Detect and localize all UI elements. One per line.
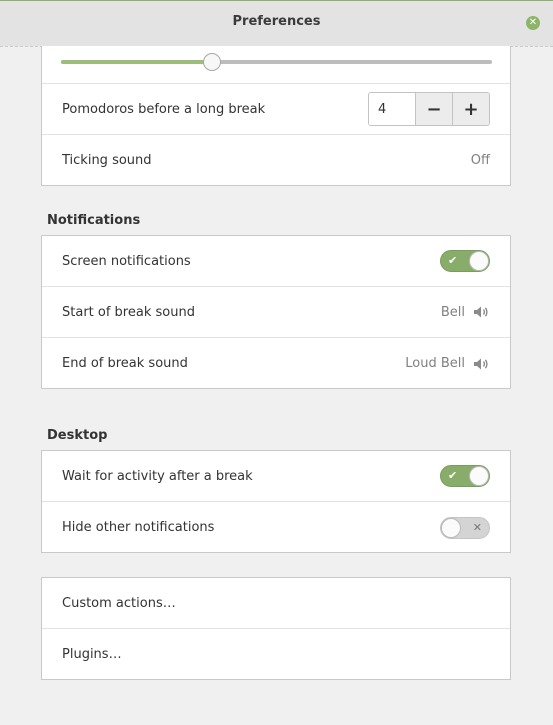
speaker-icon[interactable] [473,357,490,371]
hide-notifications-switch[interactable]: ✕ [440,516,490,539]
pomodoros-row: Pomodoros before a long break 4 − + [42,84,510,135]
cross-icon: ✕ [472,520,482,534]
plugins-label: Plugins… [62,647,122,662]
custom-actions-row[interactable]: Custom actions… [42,578,510,629]
check-icon: ✔ [448,469,458,482]
switch-knob [441,517,461,538]
start-break-sound-row[interactable]: Start of break sound Bell [42,287,510,338]
wait-activity-row: Wait for activity after a break ✔ [42,451,510,502]
close-icon[interactable]: ✕ [526,16,540,30]
speaker-icon[interactable] [473,305,490,319]
extras-frame: Custom actions… Plugins… [41,577,511,680]
end-break-sound-label: End of break sound [62,356,188,371]
screen-notifications-switch[interactable]: ✔ [440,250,490,272]
end-break-sound-row[interactable]: End of break sound Loud Bell [42,338,510,389]
switch-knob [469,251,489,271]
window-titlebar: Preferences ✕ [0,0,553,46]
ticking-sound-value[interactable]: Off [471,153,490,168]
start-break-sound-label: Start of break sound [62,304,195,320]
ticking-sound-label: Ticking sound [62,153,152,168]
duration-slider[interactable] [42,46,510,84]
screen-notifications-label: Screen notifications [62,253,191,269]
increment-button[interactable]: + [452,93,489,125]
notifications-frame: Screen notifications ✔ Start of break so… [41,235,511,389]
slider-fill [61,60,212,64]
pomodoros-value-field[interactable]: 4 [369,93,415,125]
pomodoros-spinbutton[interactable]: 4 − + [368,92,490,126]
window-title: Preferences [232,14,321,29]
desktop-heading: Desktop [47,428,108,443]
timer-settings-frame: Pomodoros before a long break 4 − + Tick… [41,46,511,186]
screen-notifications-row: Screen notifications ✔ [42,236,510,287]
desktop-frame: Wait for activity after a break ✔ Hide o… [41,450,511,553]
start-break-sound-value[interactable]: Bell [441,305,465,320]
wait-activity-label: Wait for activity after a break [62,468,253,484]
plugins-row[interactable]: Plugins… [42,629,510,680]
switch-knob [469,466,489,486]
decrement-button[interactable]: − [415,93,452,125]
notifications-heading: Notifications [47,213,141,228]
custom-actions-label: Custom actions… [62,595,176,611]
hide-notifications-row: Hide other notifications ✕ [42,502,510,553]
slider-track[interactable] [61,60,492,64]
slider-handle[interactable] [202,53,221,71]
ticking-sound-row[interactable]: Ticking sound Off [42,135,510,186]
check-icon: ✔ [448,254,458,267]
end-break-sound-value[interactable]: Loud Bell [405,356,465,371]
pomodoros-label: Pomodoros before a long break [62,101,266,117]
hide-notifications-label: Hide other notifications [62,520,215,535]
wait-activity-switch[interactable]: ✔ [440,465,490,487]
